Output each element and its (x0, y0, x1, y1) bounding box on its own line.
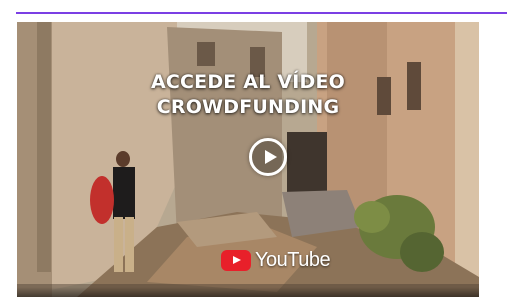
youtube-logo-icon (221, 249, 251, 271)
video-embed[interactable]: ACCEDE AL VÍDEO CROWDFUNDING YouTube (17, 22, 479, 297)
video-title: ACCEDE AL VÍDEO CROWDFUNDING (17, 70, 479, 120)
video-title-line-2: CROWDFUNDING (156, 96, 340, 118)
youtube-wordmark: YouTube (255, 248, 331, 271)
play-circle-icon[interactable] (249, 138, 287, 176)
youtube-play-icon (233, 255, 241, 264)
youtube-logo[interactable]: YouTube (221, 247, 331, 273)
video-title-line-1: ACCEDE AL VÍDEO (150, 71, 346, 93)
video-bottom-gradient (17, 287, 479, 297)
accent-divider (16, 12, 507, 14)
play-triangle-icon (265, 150, 277, 164)
